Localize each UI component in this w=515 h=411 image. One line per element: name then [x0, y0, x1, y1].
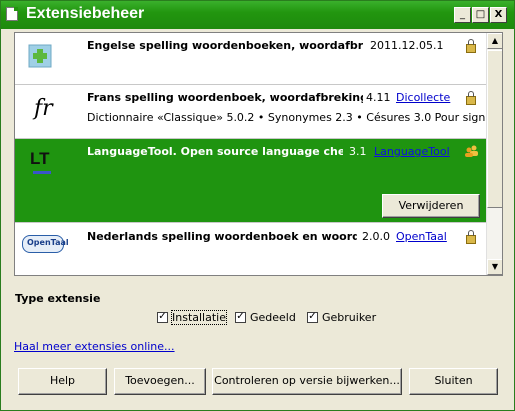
languagetool-icon: LT	[29, 149, 55, 177]
extension-version: 2011.12.05.1	[370, 39, 444, 52]
scroll-thumb[interactable]	[487, 50, 502, 208]
extension-version: 4.11	[366, 91, 391, 104]
check-updates-button[interactable]: Controleren op versie bijwerken...	[212, 368, 402, 395]
extension-type-title: Type extensie	[15, 292, 101, 305]
scroll-down-button[interactable]: ▼	[487, 259, 502, 275]
extension-row[interactable]: Engelse spelling woordenboeken, woordafb…	[15, 33, 486, 85]
installation-label[interactable]: Installatie	[171, 310, 227, 325]
shared-label[interactable]: Gedeeld	[250, 311, 296, 324]
lock-icon	[466, 39, 476, 53]
help-button[interactable]: Help	[18, 368, 107, 395]
lock-icon	[466, 91, 476, 105]
extension-manager-window: Extensiebeheer _ □ X Engelse spelling wo…	[0, 0, 515, 411]
document-icon	[6, 7, 18, 21]
title-bar[interactable]: Extensiebeheer _ □ X	[1, 1, 514, 29]
maximize-button[interactable]: □	[472, 7, 489, 23]
scroll-up-button[interactable]: ▲	[487, 33, 502, 49]
extension-description: Dictionnaire «Classique» 5.0.2 • Synonym…	[87, 111, 485, 124]
extension-name: Nederlands spelling woordenboek en woord…	[87, 230, 357, 243]
vertical-scrollbar[interactable]: ▲ ▼	[486, 33, 502, 275]
languagetool-icon-text: LT	[30, 149, 50, 168]
user-label[interactable]: Gebruiker	[322, 311, 376, 324]
shared-users-icon	[465, 145, 479, 160]
extension-row-selected[interactable]: LT LanguageTool. Open source language ch…	[15, 139, 486, 223]
window-title: Extensiebeheer	[26, 5, 145, 22]
lock-icon	[466, 230, 476, 244]
extension-list[interactable]: Engelse spelling woordenboeken, woordafb…	[14, 32, 503, 276]
extension-version: 2.0.0	[362, 230, 390, 243]
get-more-extensions-link[interactable]: Haal meer extensies online...	[14, 340, 175, 353]
opentaal-icon: OpenTaal	[22, 235, 69, 253]
extension-version: 3.1	[349, 145, 367, 158]
extension-name: LanguageTool. Open source language check…	[87, 145, 343, 158]
opentaal-icon-text: OpenTaal	[27, 238, 69, 247]
languagetool-underline	[33, 171, 51, 174]
installation-checkbox[interactable]: ✓	[157, 312, 168, 323]
user-checkbox[interactable]: ✓	[307, 312, 318, 323]
extension-row[interactable]: fr Frans spelling woordenboek, woordafbr…	[15, 85, 486, 139]
extension-publisher-link[interactable]: LanguageTool	[374, 145, 450, 158]
shared-checkbox[interactable]: ✓	[235, 312, 246, 323]
extension-publisher-link[interactable]: Dicollecte	[396, 91, 450, 104]
close-button[interactable]: Sluiten	[409, 368, 498, 395]
extension-publisher-link[interactable]: OpenTaal	[396, 230, 447, 243]
close-window-button[interactable]: X	[490, 7, 507, 23]
extension-name: Engelse spelling woordenboeken, woordafb…	[87, 39, 363, 52]
extension-name: Frans spelling woordenboek, woordafbreki…	[87, 91, 363, 104]
remove-button[interactable]: Verwijderen	[382, 194, 480, 218]
extension-row[interactable]: OpenTaal Nederlands spelling woordenboek…	[15, 223, 486, 275]
puzzle-icon	[26, 42, 54, 73]
fr-icon: fr	[34, 96, 53, 121]
minimize-button[interactable]: _	[454, 7, 471, 23]
add-button[interactable]: Toevoegen...	[114, 368, 206, 395]
